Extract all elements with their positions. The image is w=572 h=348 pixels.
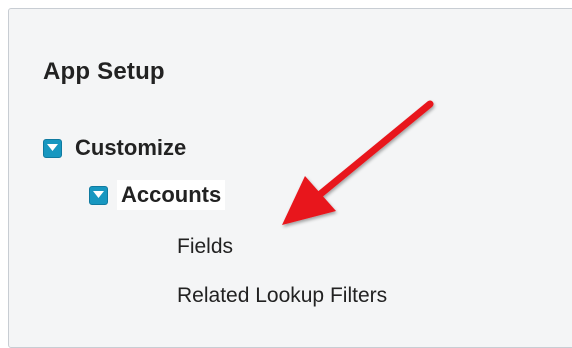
tree-item-label: Customize — [75, 135, 187, 160]
panel-title: App Setup — [43, 58, 165, 85]
tree-item-label[interactable]: Related Lookup Filters — [177, 284, 387, 308]
tree-item-fields[interactable]: Fields — [177, 235, 233, 259]
collapse-icon[interactable] — [89, 185, 108, 205]
tree-item-accounts[interactable]: Accounts — [89, 180, 226, 210]
collapse-icon[interactable] — [43, 138, 62, 158]
tree-item-related-lookup-filters[interactable]: Related Lookup Filters — [177, 284, 387, 308]
tree-item-label[interactable]: Fields — [177, 235, 233, 259]
tree-item-label: Accounts — [117, 180, 226, 210]
tree-item-customize[interactable]: Customize — [43, 135, 186, 161]
